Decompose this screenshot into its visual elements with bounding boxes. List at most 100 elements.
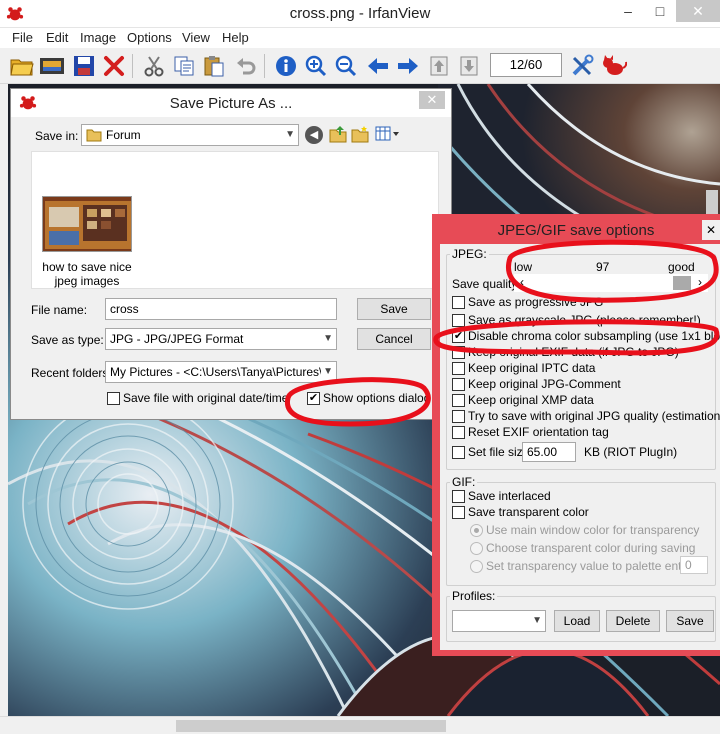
reset-exif-label: Reset EXIF orientation tag [468,425,609,439]
menu-view[interactable]: View [182,30,210,45]
page-up-icon[interactable] [426,52,454,80]
menu-image[interactable]: Image [80,30,116,45]
file-size-input[interactable]: 65.00 [522,442,576,462]
show-options-checkbox[interactable] [307,392,320,405]
keep-exif-checkbox[interactable] [452,346,465,359]
jpeg-dialog-close-button[interactable]: ✕ [702,220,720,240]
jpeg-dialog-body: JPEG: low 97 good Save quality ‹ › Save … [440,244,720,650]
arrow-left-icon[interactable] [364,52,392,80]
info-icon[interactable] [272,52,300,80]
keep-comment-checkbox[interactable] [452,378,465,391]
view-menu-icon[interactable] [375,125,401,143]
slideshow-icon[interactable] [38,52,66,80]
keep-exif-label: Keep original EXIF data (if JPG to JPG) [468,345,679,359]
progressive-jpg-checkbox[interactable] [452,296,465,309]
minimize-button[interactable]: – [612,0,644,22]
save-original-date-checkbox[interactable] [107,392,120,405]
profiles-dropdown[interactable]: ▼ [452,610,546,632]
cancel-button[interactable]: Cancel [357,328,431,350]
save-dialog-title: Save Picture As ... [169,95,293,112]
copy-icon[interactable] [170,52,198,80]
palette-entry-input[interactable]: 0 [680,556,708,574]
quality-slider[interactable]: ‹ › [514,274,708,292]
toolbar-separator [132,54,133,78]
menu-bar: File Edit Image Options View Help [0,28,720,48]
slider-left-arrow-icon[interactable]: ‹ [520,275,524,289]
delete-profile-button[interactable]: Delete [606,610,660,632]
quality-slider-thumb[interactable] [672,276,691,290]
original-quality-label: Try to save with original JPG quality (e… [468,409,720,423]
save-in-label: Save in: [35,129,79,143]
quality-low-label: low [514,260,533,274]
maximize-button[interactable]: □ [644,0,676,22]
tools-icon[interactable] [568,52,596,80]
new-folder-icon[interactable] [351,125,369,143]
reset-exif-checkbox[interactable] [452,426,465,439]
file-name-input[interactable]: cross [105,298,337,320]
grayscale-jpg-checkbox[interactable] [452,314,465,327]
recent-folders-dropdown[interactable]: My Pictures - <C:\Users\Tanya\Pictures\>… [105,361,337,383]
radio-palette[interactable] [470,560,483,573]
jpeg-group-title: JPEG: [450,247,489,261]
caption-line-2: jpeg images [54,274,120,288]
file-thumbnail-caption: how to save nice jpeg images [36,260,138,288]
load-profile-button[interactable]: Load [554,610,600,632]
caption-line-1: how to save nice [42,260,132,274]
set-file-size-checkbox[interactable] [452,446,465,459]
arrow-right-icon[interactable] [394,52,422,80]
save-picture-dialog: Save Picture As ... ✕ Save in: Forum ▼ ◀… [10,88,452,420]
menu-options[interactable]: Options [127,30,172,45]
open-folder-icon[interactable] [8,52,36,80]
slider-right-arrow-icon[interactable]: › [698,275,702,289]
folder-icon [86,129,102,142]
save-interlaced-checkbox[interactable] [452,490,465,503]
toolbar [0,48,720,84]
window-titlebar: cross.png - IrfanView – □ ✕ [0,0,720,28]
keep-iptc-checkbox[interactable] [452,362,465,375]
save-dialog-close-button[interactable]: ✕ [419,91,445,109]
save-as-type-dropdown[interactable]: JPG - JPG/JPEG Format ▼ [105,328,337,350]
zoom-out-icon[interactable] [332,52,360,80]
save-disk-icon[interactable] [70,52,98,80]
undo-icon[interactable] [232,52,260,80]
menu-help[interactable]: Help [222,30,249,45]
profiles-group-title: Profiles: [450,589,498,603]
chevron-down-icon: ▼ [532,615,542,626]
close-window-button[interactable]: ✕ [676,0,720,22]
irfanview-cat-icon[interactable] [600,52,628,80]
original-quality-checkbox[interactable] [452,410,465,423]
menu-file[interactable]: File [12,30,33,45]
save-transparent-checkbox[interactable] [452,506,465,519]
quality-label: Save quality [452,277,518,291]
radio-choose[interactable] [470,542,483,555]
file-thumbnail[interactable] [42,196,132,252]
jpeg-dialog-title: JPEG/GIF save options [497,222,655,239]
save-button[interactable]: Save [357,298,431,320]
disable-chroma-checkbox[interactable] [452,330,465,343]
paste-icon[interactable] [200,52,228,80]
menu-edit[interactable]: Edit [46,30,68,45]
up-folder-icon[interactable] [329,125,347,143]
save-in-dropdown[interactable]: Forum ▼ [81,124,299,146]
keep-xmp-label: Keep original XMP data [468,393,594,407]
gif-group-title: GIF: [450,475,478,489]
horizontal-scrollbar-thumb[interactable] [176,720,446,732]
file-list-pane[interactable]: how to save nice jpeg images [31,151,439,289]
keep-xmp-checkbox[interactable] [452,394,465,407]
grayscale-jpg-label: Save as grayscale JPG (please remember!) [468,313,701,327]
zoom-in-icon[interactable] [302,52,330,80]
horizontal-scrollbar[interactable] [0,716,720,734]
radio-palette-label: Set transparency value to palette entry: [486,559,695,573]
quality-value: 97 [596,260,610,274]
back-arrow-icon[interactable]: ◀ [305,126,323,144]
page-down-icon[interactable] [456,52,484,80]
save-profile-button[interactable]: Save [666,610,714,632]
chevron-down-icon: ▼ [323,333,333,344]
delete-icon[interactable] [100,52,128,80]
save-as-type-label: Save as type: [31,333,104,347]
chevron-down-icon: ▼ [285,129,295,140]
radio-main-window[interactable] [470,524,483,537]
save-as-type-value: JPG - JPG/JPEG Format [110,332,244,346]
cut-icon[interactable] [140,52,168,80]
keep-comment-label: Keep original JPG-Comment [468,377,621,391]
